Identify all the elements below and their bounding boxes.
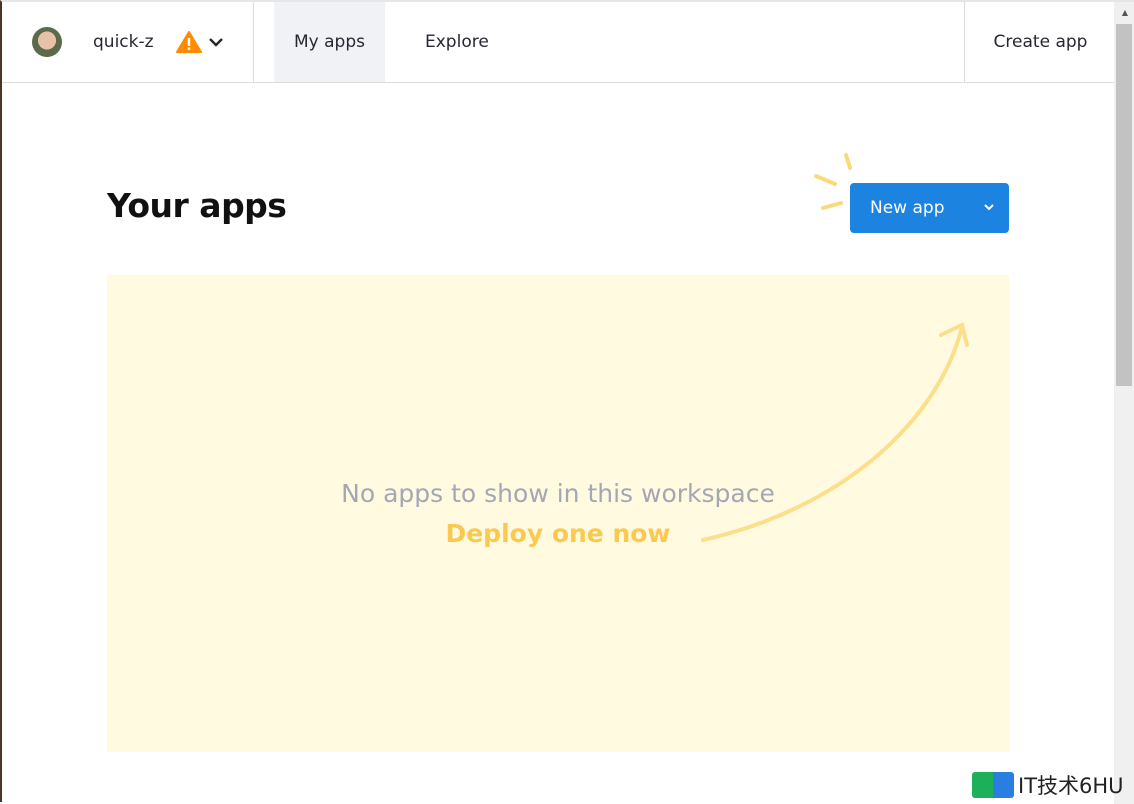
watermark: IT技术6HU: [972, 770, 1124, 800]
sparkle-decoration-icon: [814, 153, 852, 210]
deploy-link[interactable]: Deploy one now: [107, 519, 1009, 548]
username: quick-z: [93, 32, 154, 52]
new-app-label: New app: [870, 198, 945, 218]
avatar: [32, 27, 62, 57]
empty-message: No apps to show in this workspace: [341, 479, 775, 508]
page-title: Your apps: [107, 186, 287, 225]
arrow-decoration-icon: [701, 322, 969, 542]
new-app-button[interactable]: New app: [850, 183, 1009, 233]
empty-state: No apps to show in this workspace Deploy…: [107, 275, 1009, 752]
watermark-text: IT技术6HU: [1018, 774, 1124, 798]
create-app-button[interactable]: Create app: [964, 2, 1116, 82]
workspace-switcher[interactable]: quick-z: [2, 2, 254, 82]
tab-explore[interactable]: Explore: [405, 2, 509, 82]
watermark-logo-icon: [972, 772, 1014, 798]
scrollbar-thumb[interactable]: [1116, 24, 1132, 386]
tab-my-apps[interactable]: My apps: [274, 2, 385, 82]
chevron-down-icon[interactable]: [983, 201, 995, 213]
scrollbar[interactable]: ▲: [1114, 2, 1134, 804]
top-nav: quick-z My apps Explore Create app: [2, 2, 1116, 83]
scroll-up-icon[interactable]: ▲: [1122, 8, 1128, 17]
chevron-down-icon[interactable]: [208, 34, 224, 50]
warning-icon: [175, 31, 202, 53]
